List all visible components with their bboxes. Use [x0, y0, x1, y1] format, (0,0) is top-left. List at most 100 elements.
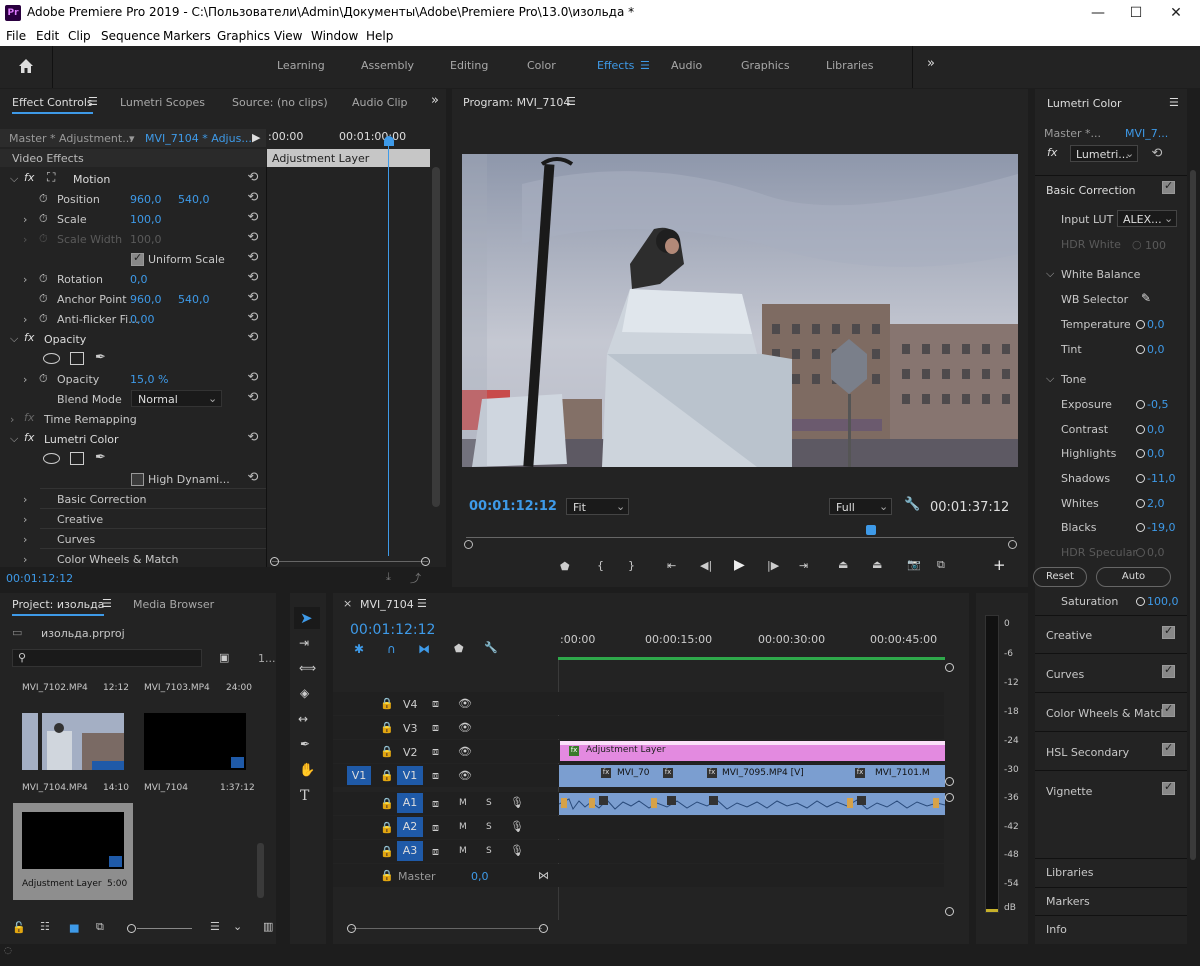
twirl-open-icon[interactable]: ⌵	[10, 172, 18, 192]
solo-button[interactable]: S	[486, 798, 492, 818]
menu-help[interactable]: Help	[366, 29, 393, 43]
add-button-icon[interactable]: +	[993, 556, 1006, 576]
track-lock-icon[interactable]: 🔒	[380, 797, 394, 817]
twirl-open-icon[interactable]: ⌵	[10, 332, 18, 352]
fx-icon[interactable]: fx	[24, 331, 34, 351]
reset-icon[interactable]: ⟲	[1150, 147, 1164, 161]
twirl-open-icon[interactable]: ⌵	[1046, 372, 1054, 392]
step-back-icon[interactable]: ◀|	[700, 559, 712, 579]
program-tab[interactable]: Program: MVI_7104	[463, 96, 570, 118]
track-target-v1[interactable]: V1	[397, 766, 423, 785]
track-target-a3[interactable]: A3	[397, 841, 423, 861]
reset-icon[interactable]: ⟲	[246, 431, 260, 445]
blacks-dial-icon[interactable]	[1136, 523, 1145, 532]
adjustment-layer-clip[interactable]: fx Adjustment Layer	[560, 741, 945, 761]
vignette-section[interactable]: Vignette	[1046, 785, 1092, 805]
libraries-panel-tab[interactable]: Libraries	[1046, 866, 1094, 886]
curves-section[interactable]: Curves	[1046, 668, 1084, 688]
zoom-slider-handle[interactable]	[127, 924, 136, 933]
track-lock-icon[interactable]: 🔒	[380, 869, 394, 889]
highlights-dial-icon[interactable]	[1136, 449, 1145, 458]
twirl-closed-icon[interactable]: ›	[10, 413, 14, 433]
fit-dropdown[interactable]: Fit ⌄	[566, 498, 629, 515]
program-current-timecode[interactable]: 00:01:12:12	[469, 499, 557, 519]
track-lock-icon[interactable]: 🔒	[380, 769, 394, 789]
whites-dial-icon[interactable]	[1136, 499, 1145, 508]
zoom-handle-left[interactable]	[270, 557, 279, 566]
color-wheels-checkbox[interactable]	[1162, 702, 1175, 717]
stopwatch-icon[interactable]: ⏱	[39, 312, 48, 332]
hsl-secondary-checkbox[interactable]	[1162, 741, 1175, 756]
scroll-handle-bottom[interactable]	[945, 907, 954, 916]
new-bin-icon[interactable]: ▣	[219, 651, 229, 671]
eye-icon[interactable]: 👁	[458, 745, 472, 765]
panel-menu-icon[interactable]: ☰	[417, 597, 427, 619]
workspace-menu-icon[interactable]: ☰	[640, 59, 650, 72]
reset-icon[interactable]: ⟲	[246, 471, 260, 485]
menu-sequence[interactable]: Sequence	[101, 29, 160, 43]
go-to-out-icon[interactable]: ⇥	[799, 559, 808, 579]
input-lut-dropdown[interactable]: ALEX... ⌄	[1117, 210, 1177, 227]
program-video-frame[interactable]	[462, 154, 1018, 467]
eye-icon[interactable]: 👁	[458, 769, 472, 789]
step-forward-icon[interactable]: |▶	[767, 559, 779, 579]
reset-icon[interactable]: ⟲	[246, 331, 260, 345]
solo-button[interactable]: S	[486, 846, 492, 866]
snap-icon[interactable]: ∩	[387, 642, 396, 662]
thumbnail-mvi-7104-sequence[interactable]	[144, 713, 246, 770]
ec-zoom-bar[interactable]	[272, 561, 428, 562]
exposure-dial-icon[interactable]	[1136, 400, 1145, 409]
menu-markers[interactable]: Markers	[163, 29, 211, 43]
reset-button[interactable]: Reset	[1033, 567, 1087, 587]
track-target-a1[interactable]: A1	[397, 793, 423, 813]
panel-menu-icon[interactable]: ☰	[88, 95, 98, 117]
lift-icon[interactable]: ⏏	[838, 558, 848, 578]
reset-icon[interactable]: ⟲	[246, 191, 260, 205]
export-frame-icon[interactable]: 📷	[907, 558, 921, 578]
workspace-assembly[interactable]: Assembly	[361, 59, 414, 72]
go-to-end-icon[interactable]: ⋈	[538, 869, 549, 889]
tint-value[interactable]: 0,0	[1147, 343, 1165, 356]
type-tool-icon[interactable]: T	[300, 788, 309, 808]
creative-section[interactable]: Creative	[1046, 629, 1092, 649]
anchor-y-value[interactable]: 540,0	[178, 293, 210, 313]
ellipse-mask-icon[interactable]	[43, 453, 60, 464]
zoom-handle-left[interactable]	[464, 540, 473, 549]
menu-clip[interactable]: Clip	[68, 29, 91, 43]
hand-tool-icon[interactable]: ✋	[299, 763, 315, 783]
list-view-icon[interactable]: ☷	[40, 920, 50, 940]
track-lock-icon[interactable]: 🔒	[380, 745, 394, 765]
zoom-handle-right[interactable]	[1008, 540, 1017, 549]
workspace-audio[interactable]: Audio	[671, 59, 702, 72]
tab-source[interactable]: Source: (no clips)	[232, 96, 328, 118]
stopwatch-icon[interactable]: ⏱	[39, 292, 48, 312]
icon-view-icon[interactable]: ▅	[70, 920, 78, 940]
twirl-closed-icon[interactable]: ›	[23, 313, 27, 333]
microphone-icon[interactable]: 🎙	[510, 820, 524, 840]
reset-icon[interactable]: ⟲	[246, 371, 260, 385]
track-label[interactable]: V3	[403, 722, 418, 742]
hsl-secondary-section[interactable]: HSL Secondary	[1046, 746, 1129, 766]
scroll-handle[interactable]	[945, 777, 954, 786]
whites-value[interactable]: 2,0	[1147, 497, 1165, 510]
track-lock-icon[interactable]: 🔒	[380, 845, 394, 865]
twirl-closed-icon[interactable]: ›	[23, 493, 27, 513]
workspace-effects[interactable]: Effects	[597, 59, 634, 72]
reset-icon[interactable]: ⟲	[246, 391, 260, 405]
basic-correction-checkbox[interactable]	[1162, 179, 1175, 194]
sort-icon[interactable]: ☰	[210, 920, 220, 940]
export-icon[interactable]: ⤴	[410, 570, 421, 590]
add-marker-icon[interactable]: ⬟	[454, 642, 464, 662]
mark-out-icon[interactable]: }	[628, 559, 635, 579]
sync-lock-icon[interactable]: ⧈	[432, 697, 439, 717]
eye-icon[interactable]: 👁	[458, 721, 472, 741]
v1-clips[interactable]: fx MVI_70 fx fx MVI_7095.MP4 [V] fx MVI_…	[559, 765, 945, 787]
tab-effect-controls[interactable]: Effect Controls	[12, 96, 93, 114]
pen-tool-icon[interactable]: ✒	[300, 737, 310, 757]
blend-mode-dropdown[interactable]: Normal ⌄	[131, 390, 222, 407]
mute-button[interactable]: M	[459, 798, 467, 818]
lumetri-scrollbar[interactable]	[1190, 170, 1196, 860]
mute-button[interactable]: M	[459, 822, 467, 842]
ec-timecode[interactable]: 00:01:12:12	[6, 572, 73, 592]
anti-flicker-value[interactable]: 0,00	[130, 313, 155, 333]
